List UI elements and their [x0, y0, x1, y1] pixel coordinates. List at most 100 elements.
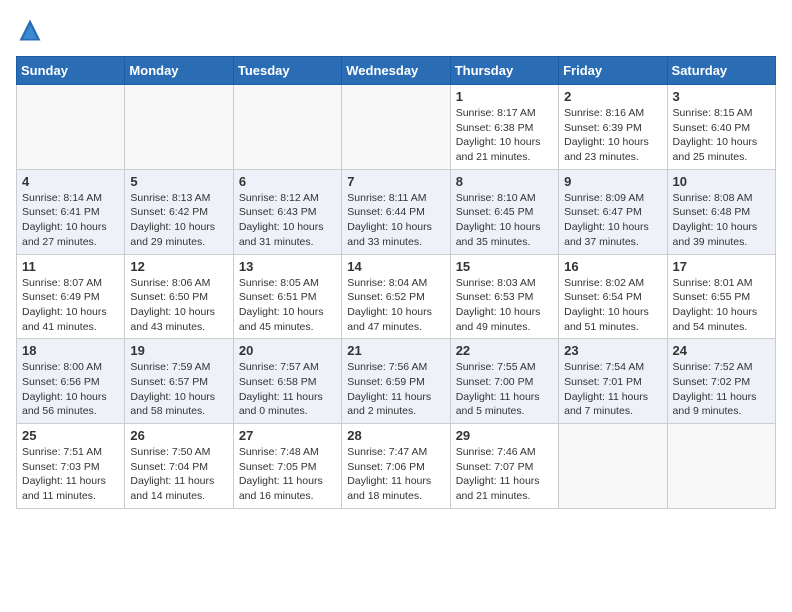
calendar-day-22: 22 Sunrise: 7:55 AM Sunset: 7:00 PM Dayli…: [450, 339, 558, 424]
calendar-day-1: 1 Sunrise: 8:17 AM Sunset: 6:38 PM Daylig…: [450, 85, 558, 170]
day-number: 3: [673, 89, 770, 104]
calendar-day-6: 6 Sunrise: 8:12 AM Sunset: 6:43 PM Daylig…: [233, 169, 341, 254]
calendar-day-26: 26 Sunrise: 7:50 AM Sunset: 7:04 PM Dayli…: [125, 424, 233, 509]
logo: [16, 16, 48, 44]
calendar-day-23: 23 Sunrise: 7:54 AM Sunset: 7:01 PM Dayli…: [559, 339, 667, 424]
day-info: Sunrise: 8:12 AM Sunset: 6:43 PM Dayligh…: [239, 191, 336, 250]
calendar-day-7: 7 Sunrise: 8:11 AM Sunset: 6:44 PM Daylig…: [342, 169, 450, 254]
calendar-day-24: 24 Sunrise: 7:52 AM Sunset: 7:02 PM Dayli…: [667, 339, 775, 424]
day-info: Sunrise: 7:48 AM Sunset: 7:05 PM Dayligh…: [239, 445, 336, 504]
day-number: 21: [347, 343, 444, 358]
day-info: Sunrise: 7:56 AM Sunset: 6:59 PM Dayligh…: [347, 360, 444, 419]
day-number: 27: [239, 428, 336, 443]
calendar-day-27: 27 Sunrise: 7:48 AM Sunset: 7:05 PM Dayli…: [233, 424, 341, 509]
calendar-day-21: 21 Sunrise: 7:56 AM Sunset: 6:59 PM Dayli…: [342, 339, 450, 424]
weekday-header-row: SundayMondayTuesdayWednesdayThursdayFrid…: [17, 57, 776, 85]
calendar-day-10: 10Sunrise: 8:08 AM Sunset: 6:48 PM Dayli…: [667, 169, 775, 254]
calendar-day-4: 4 Sunrise: 8:14 AM Sunset: 6:41 PM Daylig…: [17, 169, 125, 254]
day-info: Sunrise: 8:14 AM Sunset: 6:41 PM Dayligh…: [22, 191, 119, 250]
calendar-day-28: 28 Sunrise: 7:47 AM Sunset: 7:06 PM Dayli…: [342, 424, 450, 509]
day-info: Sunrise: 8:10 AM Sunset: 6:45 PM Dayligh…: [456, 191, 553, 250]
day-info: Sunrise: 8:09 AM Sunset: 6:47 PM Dayligh…: [564, 191, 661, 250]
calendar-week-row: 11 Sunrise: 8:07 AM Sunset: 6:49 PM Dayli…: [17, 254, 776, 339]
day-info: Sunrise: 7:50 AM Sunset: 7:04 PM Dayligh…: [130, 445, 227, 504]
day-info: Sunrise: 8:15 AM Sunset: 6:40 PM Dayligh…: [673, 106, 770, 165]
calendar-day-25: 25 Sunrise: 7:51 AM Sunset: 7:03 PM Dayli…: [17, 424, 125, 509]
calendar-empty-cell: [233, 85, 341, 170]
weekday-header-tuesday: Tuesday: [233, 57, 341, 85]
day-number: 23: [564, 343, 661, 358]
calendar-table: SundayMondayTuesdayWednesdayThursdayFrid…: [16, 56, 776, 509]
calendar-day-20: 20Sunrise: 7:57 AM Sunset: 6:58 PM Dayli…: [233, 339, 341, 424]
weekday-header-friday: Friday: [559, 57, 667, 85]
day-number: 15: [456, 259, 553, 274]
calendar-day-29: 29 Sunrise: 7:46 AM Sunset: 7:07 PM Dayli…: [450, 424, 558, 509]
day-number: 12: [130, 259, 227, 274]
day-info: Sunrise: 7:47 AM Sunset: 7:06 PM Dayligh…: [347, 445, 444, 504]
calendar-day-3: 3 Sunrise: 8:15 AM Sunset: 6:40 PM Daylig…: [667, 85, 775, 170]
day-number: 10: [673, 174, 770, 189]
calendar-day-18: 18 Sunrise: 8:00 AM Sunset: 6:56 PM Dayli…: [17, 339, 125, 424]
calendar-day-15: 15 Sunrise: 8:03 AM Sunset: 6:53 PM Dayli…: [450, 254, 558, 339]
day-info: Sunrise: 7:46 AM Sunset: 7:07 PM Dayligh…: [456, 445, 553, 504]
page-header: [16, 16, 776, 44]
weekday-header-monday: Monday: [125, 57, 233, 85]
day-number: 6: [239, 174, 336, 189]
day-number: 18: [22, 343, 119, 358]
day-info: Sunrise: 7:55 AM Sunset: 7:00 PM Dayligh…: [456, 360, 553, 419]
day-info: Sunrise: 8:02 AM Sunset: 6:54 PM Dayligh…: [564, 276, 661, 335]
weekday-header-wednesday: Wednesday: [342, 57, 450, 85]
day-number: 22: [456, 343, 553, 358]
day-number: 11: [22, 259, 119, 274]
day-number: 29: [456, 428, 553, 443]
day-info: Sunrise: 8:00 AM Sunset: 6:56 PM Dayligh…: [22, 360, 119, 419]
day-info: Sunrise: 7:59 AM Sunset: 6:57 PM Dayligh…: [130, 360, 227, 419]
day-number: 28: [347, 428, 444, 443]
calendar-empty-cell: [342, 85, 450, 170]
calendar-day-11: 11 Sunrise: 8:07 AM Sunset: 6:49 PM Dayli…: [17, 254, 125, 339]
day-number: 1: [456, 89, 553, 104]
day-info: Sunrise: 8:05 AM Sunset: 6:51 PM Dayligh…: [239, 276, 336, 335]
day-info: Sunrise: 7:52 AM Sunset: 7:02 PM Dayligh…: [673, 360, 770, 419]
day-info: Sunrise: 8:11 AM Sunset: 6:44 PM Dayligh…: [347, 191, 444, 250]
calendar-day-5: 5 Sunrise: 8:13 AM Sunset: 6:42 PM Daylig…: [125, 169, 233, 254]
calendar-day-17: 17 Sunrise: 8:01 AM Sunset: 6:55 PM Dayli…: [667, 254, 775, 339]
day-info: Sunrise: 8:16 AM Sunset: 6:39 PM Dayligh…: [564, 106, 661, 165]
calendar-week-row: 25 Sunrise: 7:51 AM Sunset: 7:03 PM Dayli…: [17, 424, 776, 509]
day-info: Sunrise: 7:57 AM Sunset: 6:58 PM Dayligh…: [239, 360, 336, 419]
day-info: Sunrise: 8:17 AM Sunset: 6:38 PM Dayligh…: [456, 106, 553, 165]
day-info: Sunrise: 7:51 AM Sunset: 7:03 PM Dayligh…: [22, 445, 119, 504]
day-number: 26: [130, 428, 227, 443]
weekday-header-sunday: Sunday: [17, 57, 125, 85]
day-number: 7: [347, 174, 444, 189]
day-number: 17: [673, 259, 770, 274]
calendar-empty-cell: [559, 424, 667, 509]
day-number: 8: [456, 174, 553, 189]
calendar-day-2: 2 Sunrise: 8:16 AM Sunset: 6:39 PM Daylig…: [559, 85, 667, 170]
calendar-day-13: 13 Sunrise: 8:05 AM Sunset: 6:51 PM Dayli…: [233, 254, 341, 339]
day-info: Sunrise: 7:54 AM Sunset: 7:01 PM Dayligh…: [564, 360, 661, 419]
calendar-empty-cell: [667, 424, 775, 509]
calendar-empty-cell: [125, 85, 233, 170]
logo-icon: [16, 16, 44, 44]
calendar-day-16: 16 Sunrise: 8:02 AM Sunset: 6:54 PM Dayli…: [559, 254, 667, 339]
day-info: Sunrise: 8:13 AM Sunset: 6:42 PM Dayligh…: [130, 191, 227, 250]
day-info: Sunrise: 8:07 AM Sunset: 6:49 PM Dayligh…: [22, 276, 119, 335]
day-info: Sunrise: 8:04 AM Sunset: 6:52 PM Dayligh…: [347, 276, 444, 335]
day-info: Sunrise: 8:03 AM Sunset: 6:53 PM Dayligh…: [456, 276, 553, 335]
day-number: 4: [22, 174, 119, 189]
calendar-empty-cell: [17, 85, 125, 170]
day-number: 16: [564, 259, 661, 274]
day-number: 5: [130, 174, 227, 189]
calendar-day-9: 9Sunrise: 8:09 AM Sunset: 6:47 PM Daylig…: [559, 169, 667, 254]
weekday-header-saturday: Saturday: [667, 57, 775, 85]
day-info: Sunrise: 8:01 AM Sunset: 6:55 PM Dayligh…: [673, 276, 770, 335]
calendar-week-row: 18 Sunrise: 8:00 AM Sunset: 6:56 PM Dayli…: [17, 339, 776, 424]
calendar-week-row: 4 Sunrise: 8:14 AM Sunset: 6:41 PM Daylig…: [17, 169, 776, 254]
day-number: 24: [673, 343, 770, 358]
day-number: 25: [22, 428, 119, 443]
calendar-day-19: 19Sunrise: 7:59 AM Sunset: 6:57 PM Dayli…: [125, 339, 233, 424]
day-number: 2: [564, 89, 661, 104]
day-number: 13: [239, 259, 336, 274]
calendar-day-8: 8 Sunrise: 8:10 AM Sunset: 6:45 PM Daylig…: [450, 169, 558, 254]
